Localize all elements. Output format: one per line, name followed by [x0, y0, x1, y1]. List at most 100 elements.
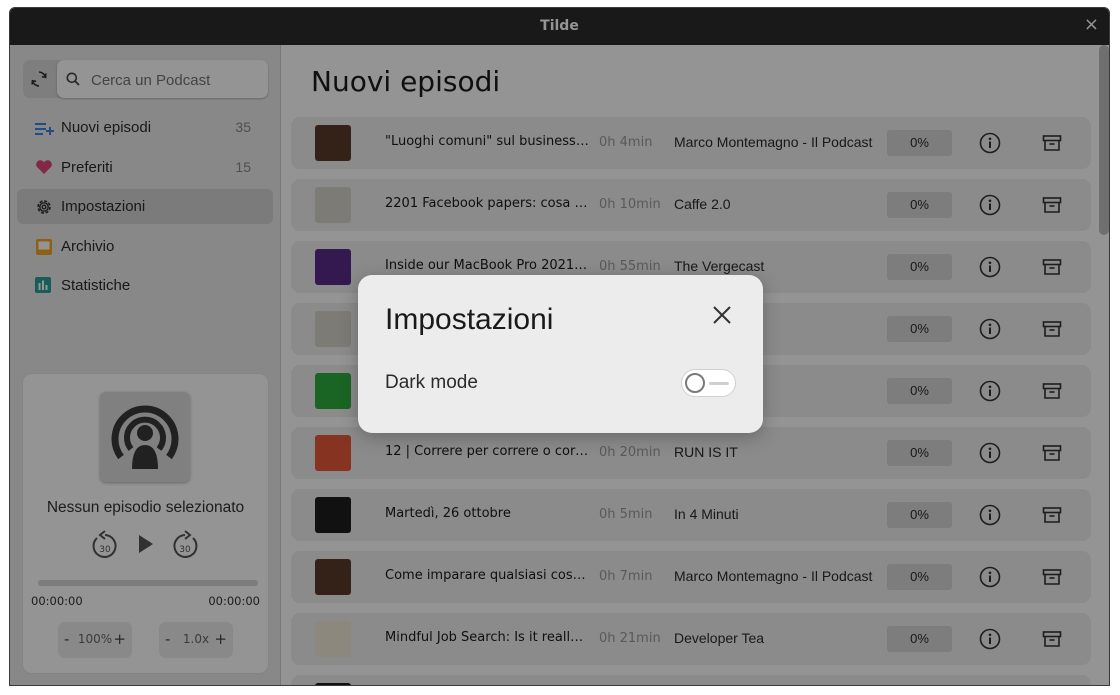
sidebar-item-label: Statistiche	[61, 277, 131, 295]
archive-icon[interactable]	[1042, 443, 1062, 463]
podcast-icon	[111, 405, 179, 469]
time-total: 00:00:00	[208, 594, 260, 608]
refresh-icon[interactable]	[29, 69, 49, 89]
podcast-cover	[100, 392, 190, 482]
search-input[interactable]	[89, 66, 263, 94]
sidebar-item-statistiche[interactable]: Statistiche	[17, 268, 273, 303]
info-icon[interactable]	[979, 380, 1001, 402]
episode-thumbnail	[315, 311, 351, 347]
sidebar-item-archivio[interactable]: Archivio	[17, 229, 273, 264]
episode-thumbnail	[315, 559, 351, 595]
episode-duration: 0h 5min	[599, 507, 653, 522]
episode-progress: 0%	[887, 378, 952, 404]
skip-forward-30-button[interactable]: 30	[171, 530, 199, 564]
volume-control: - 100% +	[58, 622, 132, 658]
archive-icon[interactable]	[1042, 133, 1062, 153]
archive-icon[interactable]	[1042, 629, 1062, 649]
episode-podcast: Marco Montemagno - Il Podcast	[674, 134, 873, 150]
episode-row[interactable]: Mindful Job Search: Is it really worth i…	[291, 613, 1091, 665]
play-button[interactable]	[137, 533, 155, 559]
archive-icon[interactable]	[1042, 381, 1062, 401]
skip-back-30-button[interactable]: 30	[91, 530, 119, 564]
sidebar-item-count: 15	[235, 158, 251, 175]
titlebar: Tilde ×	[10, 8, 1109, 45]
sidebar-nav: Nuovi episodi 35 Preferiti 15 Impostazio…	[17, 110, 273, 308]
episode-row[interactable]: Come imparare qualsiasi cosa velocemente…	[291, 551, 1091, 603]
window-close-button[interactable]: ×	[1084, 15, 1099, 35]
archive-tray-icon	[35, 238, 53, 256]
episode-progress: 0%	[887, 254, 952, 280]
info-icon[interactable]	[979, 566, 1001, 588]
episode-progress: 0%	[887, 192, 952, 218]
dialog-title: Impostazioni	[385, 303, 554, 336]
episode-row[interactable]: Martedì, 26 ottobre 0h 5min In 4 Minuti …	[291, 489, 1091, 541]
gear-icon	[35, 198, 53, 216]
episode-podcast: The Vergecast	[674, 258, 765, 274]
window-title: Tilde	[540, 18, 579, 34]
episode-title: 12 | Correre per correre o correre per v…	[385, 444, 590, 459]
episode-row[interactable]: 12 | Correre per correre o correre per v…	[291, 427, 1091, 479]
toggle-knob	[685, 373, 705, 393]
progress-slider[interactable]	[38, 580, 258, 586]
search-field[interactable]	[57, 60, 268, 98]
episode-progress: 0%	[887, 440, 952, 466]
episode-thumbnail	[315, 373, 351, 409]
sidebar: Nuovi episodi 35 Preferiti 15 Impostazio…	[10, 45, 281, 685]
dark-mode-toggle[interactable]	[681, 369, 736, 397]
info-icon[interactable]	[979, 318, 1001, 340]
info-icon[interactable]	[979, 256, 1001, 278]
episode-row[interactable]	[291, 675, 1091, 685]
sidebar-item-label: Preferiti	[61, 158, 113, 176]
search-bar	[23, 60, 268, 98]
new-episodes-icon	[35, 119, 54, 137]
page-title: Nuovi episodi	[311, 65, 501, 98]
archive-icon[interactable]	[1042, 505, 1062, 525]
sidebar-item-preferiti[interactable]: Preferiti 15	[17, 150, 273, 185]
episode-duration: 0h 21min	[599, 631, 661, 646]
skip-back-label: 30	[99, 545, 111, 555]
episode-duration: 0h 20min	[599, 445, 661, 460]
archive-icon[interactable]	[1042, 319, 1062, 339]
sidebar-item-nuovi-episodi[interactable]: Nuovi episodi 35	[17, 110, 273, 145]
info-icon[interactable]	[979, 132, 1001, 154]
episode-thumbnail	[315, 187, 351, 223]
episode-duration: 0h 4min	[599, 135, 653, 150]
settings-dialog: Impostazioni Dark mode	[358, 275, 763, 433]
archive-icon[interactable]	[1042, 195, 1062, 215]
episode-progress: 0%	[887, 564, 952, 590]
episode-thumbnail	[315, 435, 351, 471]
episode-progress: 0%	[887, 316, 952, 342]
toggle-track-line	[709, 382, 729, 385]
volume-increase-button[interactable]: +	[113, 630, 126, 648]
search-icon	[66, 72, 80, 86]
episode-thumbnail	[315, 249, 351, 285]
time-current: 00:00:00	[31, 594, 83, 608]
archive-icon[interactable]	[1042, 257, 1062, 277]
info-icon[interactable]	[979, 442, 1001, 464]
archive-icon[interactable]	[1042, 567, 1062, 587]
episode-progress: 0%	[887, 626, 952, 652]
close-icon[interactable]	[712, 305, 732, 325]
info-icon[interactable]	[979, 504, 1001, 526]
info-icon[interactable]	[979, 628, 1001, 650]
episode-row[interactable]: 2201 Facebook papers: cosa sono 0h 10min…	[291, 179, 1091, 231]
info-icon[interactable]	[979, 194, 1001, 216]
no-episode-label: Nessun episodio selezionato	[46, 499, 245, 516]
episode-thumbnail	[315, 497, 351, 533]
episode-title: "Luoghi comuni" sul business: cosa c'è d…	[385, 134, 590, 149]
episode-podcast: In 4 Minuti	[674, 506, 739, 522]
sidebar-item-count: 35	[235, 119, 251, 135]
episode-thumbnail	[315, 621, 351, 657]
speed-control: - 1.0x +	[159, 622, 233, 658]
episode-thumbnail	[315, 125, 351, 161]
episode-row[interactable]: "Luoghi comuni" sul business: cosa c'è d…	[291, 117, 1091, 169]
episode-duration: 0h 10min	[599, 197, 661, 212]
sidebar-item-label: Impostazioni	[61, 198, 146, 216]
scrollbar[interactable]	[1099, 45, 1109, 235]
episode-progress: 0%	[887, 502, 952, 528]
episode-progress: 0%	[887, 130, 952, 156]
sidebar-item-label: Archivio	[61, 237, 115, 255]
speed-increase-button[interactable]: +	[214, 630, 227, 648]
sidebar-item-impostazioni[interactable]: Impostazioni	[17, 189, 273, 225]
skip-forward-label: 30	[179, 545, 191, 555]
